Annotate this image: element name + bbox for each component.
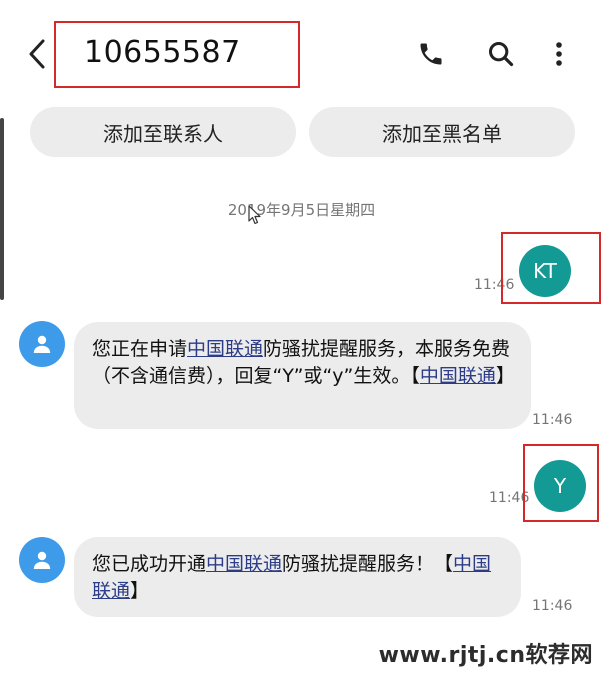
sender-avatar[interactable]	[19, 537, 65, 583]
message-text: KT	[533, 259, 557, 283]
message-text: 您已成功开通	[92, 553, 207, 575]
person-icon	[33, 551, 51, 569]
outgoing-message-bubble[interactable]: KT	[519, 245, 571, 297]
date-separator: 2019年9月5日星期四	[227, 201, 376, 219]
watermark: www.rjtj.cn软荐网	[378, 643, 593, 668]
incoming-message-bubble[interactable]: 您正在申请中国联通防骚扰提醒服务，本服务免费（不含通信费），回复“Y”或“y”生…	[74, 322, 531, 429]
search-icon	[488, 41, 514, 67]
message-time: 11:46	[532, 412, 573, 428]
more-button[interactable]	[544, 36, 574, 72]
phone-icon	[420, 43, 442, 65]
message-text: 您正在申请	[92, 338, 188, 360]
chevron-left-icon	[29, 39, 45, 69]
message-time: 11:46	[474, 277, 515, 293]
more-vertical-icon	[556, 42, 562, 66]
message-text: 防骚扰提醒服务！【	[282, 553, 454, 575]
call-button[interactable]	[412, 36, 450, 72]
message-link[interactable]: 中国联通	[420, 365, 496, 387]
message-time: 11:46	[532, 598, 573, 614]
sender-avatar[interactable]	[19, 321, 65, 367]
search-button[interactable]	[482, 36, 520, 72]
mouse-cursor-icon	[248, 205, 261, 225]
message-link[interactable]: 中国联通	[187, 338, 263, 360]
contact-number: 10655587	[84, 35, 241, 70]
add-to-blocklist-button[interactable]: 添加至黑名单	[309, 107, 575, 157]
message-time: 11:46	[489, 490, 530, 506]
message-text: 】	[495, 365, 515, 387]
message-link[interactable]: 中国联通	[206, 553, 282, 575]
back-button[interactable]	[22, 34, 52, 74]
message-text: 】	[130, 580, 150, 602]
outgoing-message-bubble[interactable]: Y	[534, 460, 586, 512]
message-text: Y	[553, 474, 567, 498]
add-to-contacts-button[interactable]: 添加至联系人	[30, 107, 296, 157]
person-icon	[33, 335, 51, 353]
incoming-message-bubble[interactable]: 您已成功开通中国联通防骚扰提醒服务！【中国联通】	[74, 537, 521, 617]
